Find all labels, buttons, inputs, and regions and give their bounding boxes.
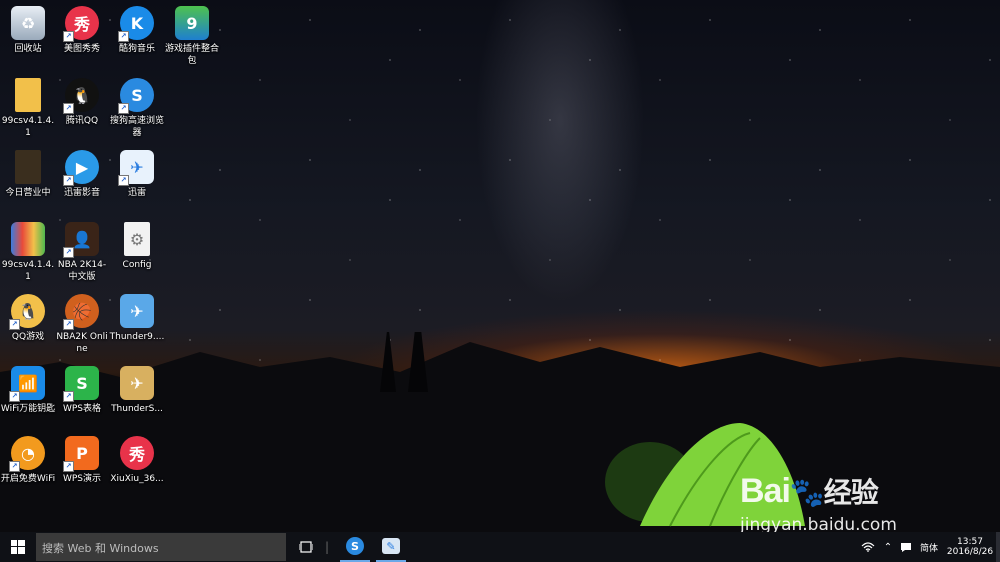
desktop-icon-today-business[interactable]: 今日营业中 — [0, 150, 56, 199]
sogou-browser-icon: S ↗ — [118, 78, 154, 114]
wps-sheets-icon: S ↗ — [63, 366, 99, 402]
nba2k14-icon: 👤 ↗ — [63, 222, 99, 258]
clock-date: 2016/8/26 — [946, 547, 994, 557]
desktop-icon-label: 99csv4.1.4.1 — [1, 116, 55, 138]
clock[interactable]: 13:57 2016/8/26 — [944, 532, 996, 562]
thunder-installer-icon: ✈ — [120, 294, 154, 328]
desktop-icon-label: 今日营业中 — [5, 188, 51, 198]
wps-presentation-icon: P ↗ — [63, 436, 99, 472]
desktop-icon-label: NBA 2K14-中文版 — [57, 260, 107, 282]
desktop-icon-nba2k-online[interactable]: 🏀 ↗ NBA2K Online — [54, 294, 110, 355]
desktop-icon-label: 腾讯QQ — [65, 116, 99, 126]
chevron-up-icon[interactable]: ⌃ — [880, 532, 896, 562]
baidu-jingyan-watermark: Bai🐾经验 jingyan.baidu.com — [740, 455, 970, 532]
free-wifi-icon: ◔ ↗ — [9, 436, 45, 472]
desktop-icon-sogou-browser[interactable]: S ↗ 搜狗高速浏览器 — [109, 78, 165, 139]
desktop-icon-kugou[interactable]: K ↗ 酷狗音乐 — [109, 6, 165, 55]
wifi-icon[interactable] — [858, 532, 878, 562]
windows-logo-icon — [11, 540, 25, 554]
desktop-background: ♻ 回收站 秀 ↗ 美图秀秀 K ↗ 酷狗音乐 9 游戏插件整合包 99csv4.1… — [0, 0, 1000, 532]
desktop-icon-label: ThunderS... — [111, 404, 163, 414]
wifi-key-icon: 📶 ↗ — [9, 366, 45, 402]
desktop-icon-thunder-setup[interactable]: ✈ ThunderS... — [109, 366, 165, 415]
show-desktop-button[interactable] — [996, 532, 1000, 562]
task-view-icon — [299, 541, 313, 553]
desktop-icon-label: 迅雷 — [127, 188, 146, 198]
desktop-icon-qq-game[interactable]: 🐧 ↗ QQ游戏 — [0, 294, 56, 343]
folder-icon — [15, 78, 41, 112]
desktop-icon-label: WiFi万能钥匙 — [0, 404, 56, 414]
desktop-icon-xunlei-player[interactable]: ▶ ↗ 迅雷影音 — [54, 150, 110, 199]
winrar-archive-icon — [11, 222, 45, 256]
search-box[interactable]: 搜索 Web 和 Windows — [36, 533, 286, 561]
paw-icon: 🐾 — [789, 477, 825, 508]
search-placeholder: 搜索 Web 和 Windows — [42, 542, 159, 555]
sogou-browser-icon: S — [346, 537, 364, 555]
desktop-icon-free-wifi[interactable]: ◔ ↗ 开启免费WiFi — [0, 436, 56, 485]
taskbar-app-sogou-browser[interactable]: S — [340, 532, 370, 562]
desktop-icon-99csv-folder[interactable]: 99csv4.1.4.1 — [0, 78, 56, 139]
game-plugin-icon: 9 — [175, 6, 209, 40]
desktop-icon-label: 迅雷影音 — [63, 188, 100, 198]
watermark-brand-suffix: 经验 — [823, 477, 879, 508]
desktop-icon-label: 美图秀秀 — [63, 44, 100, 54]
qq-penguin-icon: 🐧 ↗ — [63, 78, 99, 114]
desktop-icon-recycle-bin[interactable]: ♻ 回收站 — [0, 6, 56, 55]
taskbar-app-paint[interactable]: ✎ — [376, 532, 406, 562]
ime-indicator[interactable]: 简体 — [916, 532, 942, 562]
clock-time: 13:57 — [957, 537, 983, 547]
qq-game-icon: 🐧 ↗ — [9, 294, 45, 330]
desktop-icon-label: QQ游戏 — [11, 332, 45, 342]
desktop-icon-label: 搜狗高速浏览器 — [109, 116, 164, 138]
desktop-icon-label: Thunder9.... — [109, 332, 165, 342]
desktop-icon-label: Config — [122, 260, 152, 270]
task-view-button[interactable] — [292, 532, 320, 562]
watermark-url: jingyan.baidu.com — [740, 515, 897, 532]
desktop-icon-wps-sheets[interactable]: S ↗ WPS表格 — [54, 366, 110, 415]
desktop-icon-label: 回收站 — [14, 44, 42, 54]
desktop-icon-label: 酷狗音乐 — [118, 44, 155, 54]
desktop-icon-label: WPS演示 — [62, 474, 102, 484]
start-button[interactable] — [0, 532, 36, 562]
xiuxiu-installer-icon: 秀 — [120, 436, 154, 470]
xunlei-player-icon: ▶ ↗ — [63, 150, 99, 186]
desktop-icon-wps-presentation[interactable]: P ↗ WPS演示 — [54, 436, 110, 485]
desktop-icon-label: WPS表格 — [62, 404, 102, 414]
desktop-icon-label: 99csv4.1.4.1 — [1, 260, 55, 282]
desktop-icon-99csv-archive[interactable]: 99csv4.1.4.1 — [0, 222, 56, 283]
kugou-icon: K ↗ — [118, 6, 154, 42]
desktop-icon-game-plugins[interactable]: 9 游戏插件整合包 — [164, 6, 220, 67]
desktop-icon-config[interactable]: ⚙ Config — [109, 222, 165, 271]
desktop-icon-thunder9[interactable]: ✈ Thunder9.... — [109, 294, 165, 343]
thunder-package-icon: ✈ — [120, 366, 154, 400]
meitu-icon: 秀 ↗ — [63, 6, 99, 42]
desktop-icon-label: 游戏插件整合包 — [164, 44, 219, 66]
desktop-icon-nba2k14[interactable]: 👤 ↗ NBA 2K14-中文版 — [54, 222, 110, 283]
desktop-icon-xunlei[interactable]: ✈ ↗ 迅雷 — [109, 150, 165, 199]
desktop-icon-label: NBA2K Online — [56, 332, 108, 354]
paint-icon: ✎ — [382, 538, 400, 554]
desktop-icon-qq[interactable]: 🐧 ↗ 腾讯QQ — [54, 78, 110, 127]
taskbar: 搜索 Web 和 Windows | S ✎ ⌃ 简体 13:57 2016/8… — [0, 532, 1000, 562]
xunlei-bird-icon: ✈ ↗ — [118, 150, 154, 186]
notification-icon[interactable] — [898, 532, 914, 562]
desktop-icon-label: 开启免费WiFi — [0, 474, 56, 484]
basketball-icon: 🏀 ↗ — [63, 294, 99, 330]
desktop-icon-label: XiuXiu_36... — [110, 474, 164, 484]
desktop-icon-meitu[interactable]: 秀 ↗ 美图秀秀 — [54, 6, 110, 55]
recycle-bin-icon: ♻ — [11, 6, 45, 40]
config-file-icon: ⚙ — [124, 222, 150, 256]
app-icon — [15, 150, 41, 184]
taskbar-separator: | — [324, 540, 330, 554]
desktop-icon-wifi-key[interactable]: 📶 ↗ WiFi万能钥匙 — [0, 366, 56, 415]
watermark-brand: Bai — [740, 472, 791, 510]
desktop-icon-xiuxiu-installer[interactable]: 秀 XiuXiu_36... — [109, 436, 165, 485]
